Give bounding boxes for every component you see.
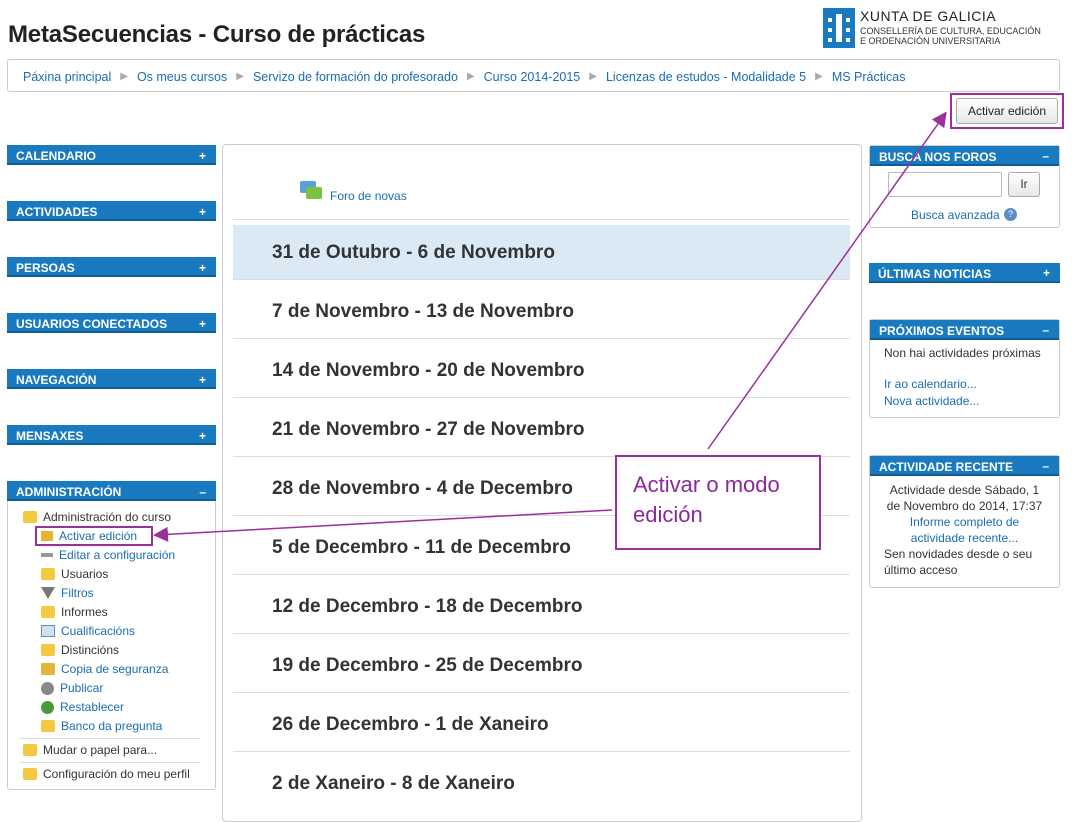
- annotation-callout: Activar o modo edición: [615, 455, 821, 550]
- callout-line-2: edición: [633, 502, 703, 527]
- annotation-arrows: [153, 111, 947, 542]
- arrow-to-button: [707, 111, 947, 450]
- callout-line-1: Activar o modo: [633, 472, 780, 497]
- arrow-to-link: [153, 509, 613, 542]
